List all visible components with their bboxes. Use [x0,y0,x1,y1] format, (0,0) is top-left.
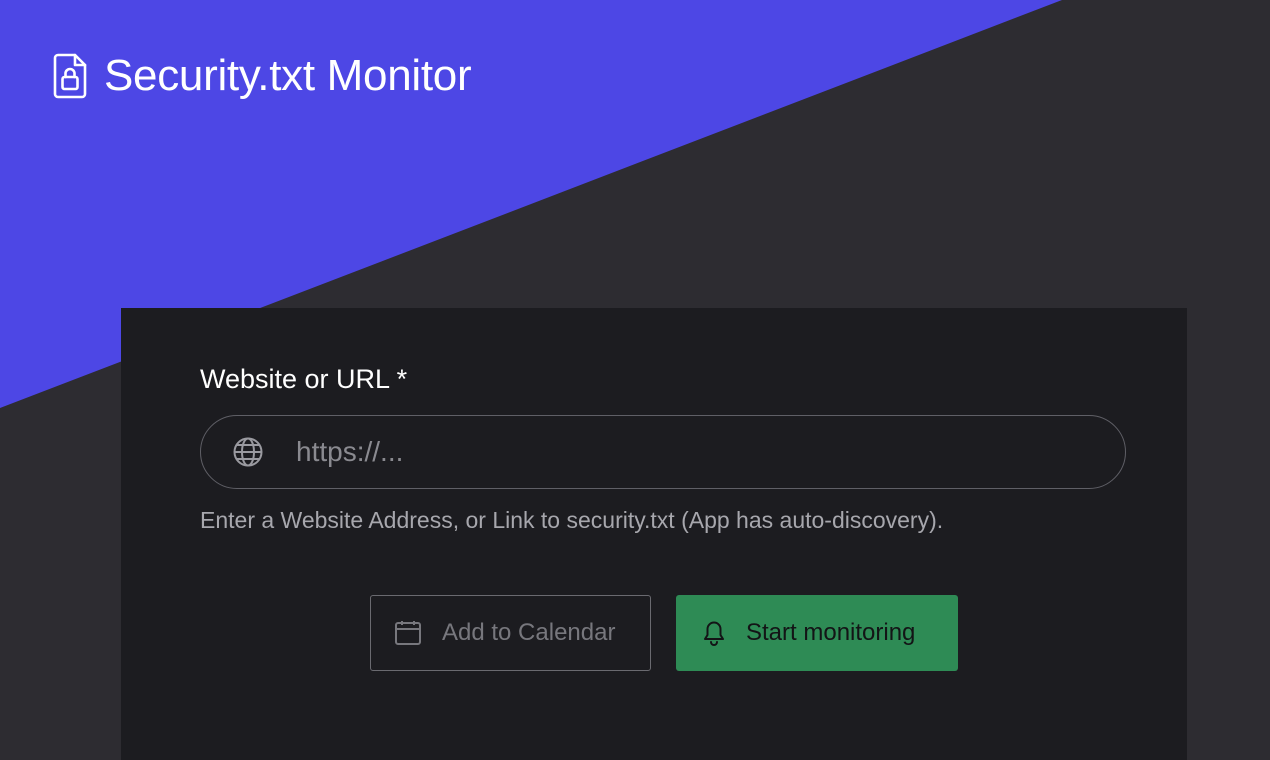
file-lock-icon [50,50,90,102]
add-to-calendar-button[interactable]: Add to Calendar [370,595,651,671]
globe-icon [231,435,265,469]
start-monitoring-button[interactable]: Start monitoring [676,595,958,671]
app-title: Security.txt Monitor [104,51,472,100]
url-input[interactable] [294,431,1125,473]
monitor-form-card: Website or URL * Enter a Website Address… [121,308,1187,760]
page: Security.txt Monitor Website or URL * En… [0,0,1270,760]
brand: Security.txt Monitor [50,50,472,102]
start-monitoring-label: Start monitoring [746,619,916,646]
bell-icon [703,620,725,646]
url-help-text: Enter a Website Address, or Link to secu… [200,507,944,533]
url-field[interactable] [200,415,1126,489]
url-field-label: Website or URL * [200,364,408,394]
add-to-calendar-label: Add to Calendar [442,619,616,646]
calendar-icon [394,620,422,646]
